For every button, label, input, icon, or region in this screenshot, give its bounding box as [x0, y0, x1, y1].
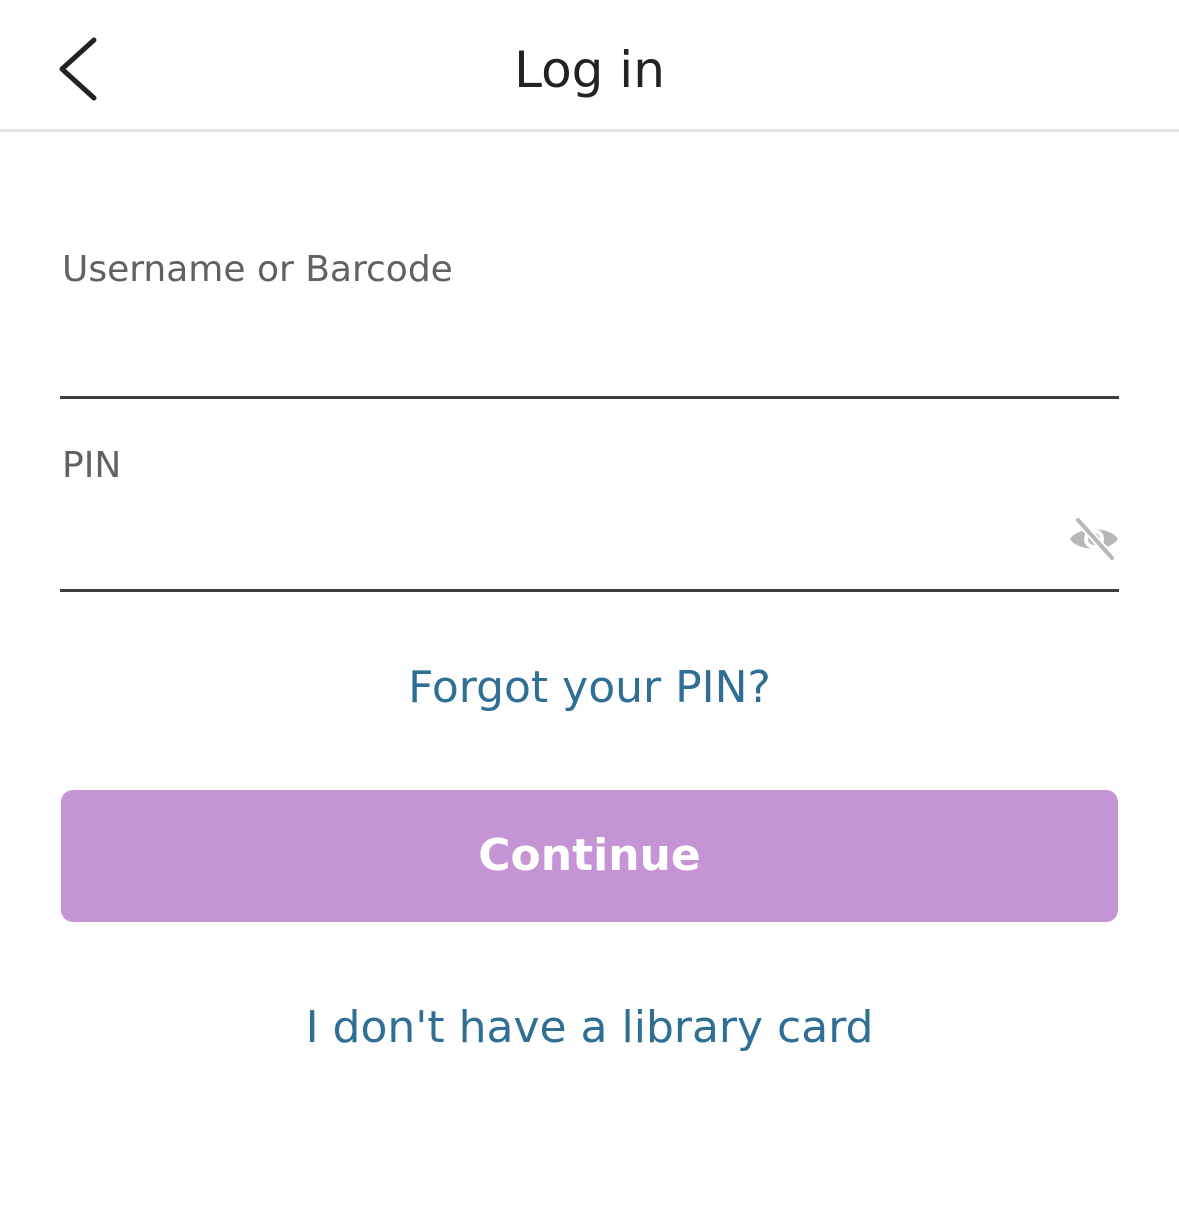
pin-label: PIN	[62, 445, 122, 486]
page-title: Log in	[514, 41, 665, 99]
username-label: Username or Barcode	[62, 249, 453, 290]
continue-button[interactable]: Continue	[61, 790, 1118, 922]
eye-off-icon	[1070, 516, 1118, 562]
forgot-pin-link[interactable]: Forgot your PIN?	[0, 658, 1179, 718]
toggle-pin-visibility-button[interactable]	[1066, 514, 1122, 564]
pin-input[interactable]	[60, 532, 1119, 592]
app-header: Log in	[0, 0, 1179, 132]
no-library-card-link[interactable]: I don't have a library card	[0, 998, 1179, 1058]
username-input[interactable]	[60, 339, 1119, 399]
